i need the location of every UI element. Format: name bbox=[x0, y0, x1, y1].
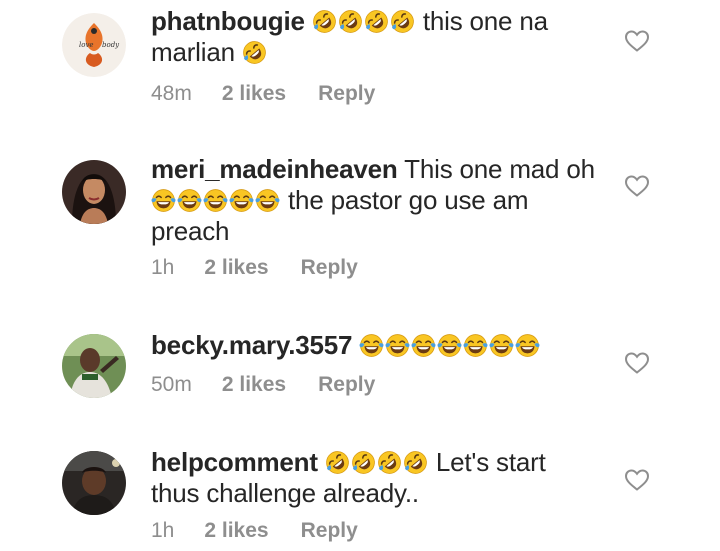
comment-meta: 48m 2 likes Reply bbox=[151, 82, 375, 106]
timestamp: 1h bbox=[151, 519, 175, 542]
joy-emoji bbox=[203, 188, 228, 213]
username-link[interactable]: phatnbougie bbox=[151, 6, 305, 36]
rofl-emoji bbox=[242, 40, 267, 65]
heart-outline-icon[interactable] bbox=[624, 174, 650, 198]
reply-button[interactable]: Reply bbox=[318, 373, 375, 397]
avatar[interactable]: love body bbox=[62, 13, 126, 77]
comment-meta: 50m 2 likes Reply bbox=[151, 373, 375, 397]
rofl-emoji bbox=[338, 9, 363, 34]
joy-emoji bbox=[437, 333, 462, 358]
avatar[interactable] bbox=[62, 334, 126, 398]
comment-body-line3: preach bbox=[151, 216, 230, 246]
rofl-emoji bbox=[377, 450, 402, 475]
joy-emoji bbox=[515, 333, 540, 358]
heart-outline-icon[interactable] bbox=[624, 468, 650, 492]
comment-body-line2: the pastor go use am bbox=[288, 185, 529, 215]
rofl-emoji bbox=[351, 450, 376, 475]
joy-emoji bbox=[463, 333, 488, 358]
joy-emoji bbox=[255, 188, 280, 213]
heart-outline-icon[interactable] bbox=[624, 351, 650, 375]
heart-outline-icon[interactable] bbox=[624, 29, 650, 53]
comment-meta: 1h 2 likes Reply bbox=[151, 256, 358, 280]
joy-emoji bbox=[359, 333, 384, 358]
timestamp: 1h bbox=[151, 256, 175, 279]
joy-emoji bbox=[177, 188, 202, 213]
joy-emoji bbox=[385, 333, 410, 358]
avatar[interactable] bbox=[62, 451, 126, 515]
reply-button[interactable]: Reply bbox=[318, 82, 375, 106]
joy-emoji bbox=[229, 188, 254, 213]
rofl-emoji bbox=[403, 450, 428, 475]
svg-text:body: body bbox=[102, 41, 120, 49]
comment-body: this one na bbox=[422, 6, 548, 36]
rofl-emoji bbox=[312, 9, 337, 34]
likes-count[interactable]: 2 likes bbox=[222, 82, 286, 106]
username-link[interactable]: helpcomment bbox=[151, 447, 318, 477]
rofl-emoji bbox=[325, 450, 350, 475]
likes-count[interactable]: 2 likes bbox=[204, 256, 268, 280]
likes-count[interactable]: 2 likes bbox=[222, 373, 286, 397]
timestamp: 50m bbox=[151, 373, 192, 396]
avatar[interactable] bbox=[62, 160, 126, 224]
rofl-emoji bbox=[390, 9, 415, 34]
comment-text: helpcomment Let's start thus challenge a… bbox=[151, 447, 611, 509]
comment-body: This one mad oh bbox=[404, 154, 595, 184]
timestamp: 48m bbox=[151, 82, 192, 105]
reply-button[interactable]: Reply bbox=[301, 519, 358, 543]
comment-body-line2: thus challenge already.. bbox=[151, 478, 419, 508]
comment-body: Let's start bbox=[435, 447, 546, 477]
rofl-emoji bbox=[364, 9, 389, 34]
joy-emoji bbox=[489, 333, 514, 358]
comment-meta: 1h 2 likes Reply bbox=[151, 519, 358, 543]
joy-emoji bbox=[411, 333, 436, 358]
likes-count[interactable]: 2 likes bbox=[204, 519, 268, 543]
username-link[interactable]: becky.mary.3557 bbox=[151, 330, 353, 360]
reply-button[interactable]: Reply bbox=[301, 256, 358, 280]
comment-body-line2: marlian bbox=[151, 37, 235, 67]
joy-emoji bbox=[151, 188, 176, 213]
comment-text: becky.mary.3557 bbox=[151, 330, 611, 361]
username-link[interactable]: meri_madeinheaven bbox=[151, 154, 398, 184]
avatar-logo-text: love bbox=[79, 41, 94, 49]
comment-text: meri_madeinheaven This one mad oh the pa… bbox=[151, 154, 611, 247]
comment-text: phatnbougie this one na marlian bbox=[151, 6, 611, 68]
